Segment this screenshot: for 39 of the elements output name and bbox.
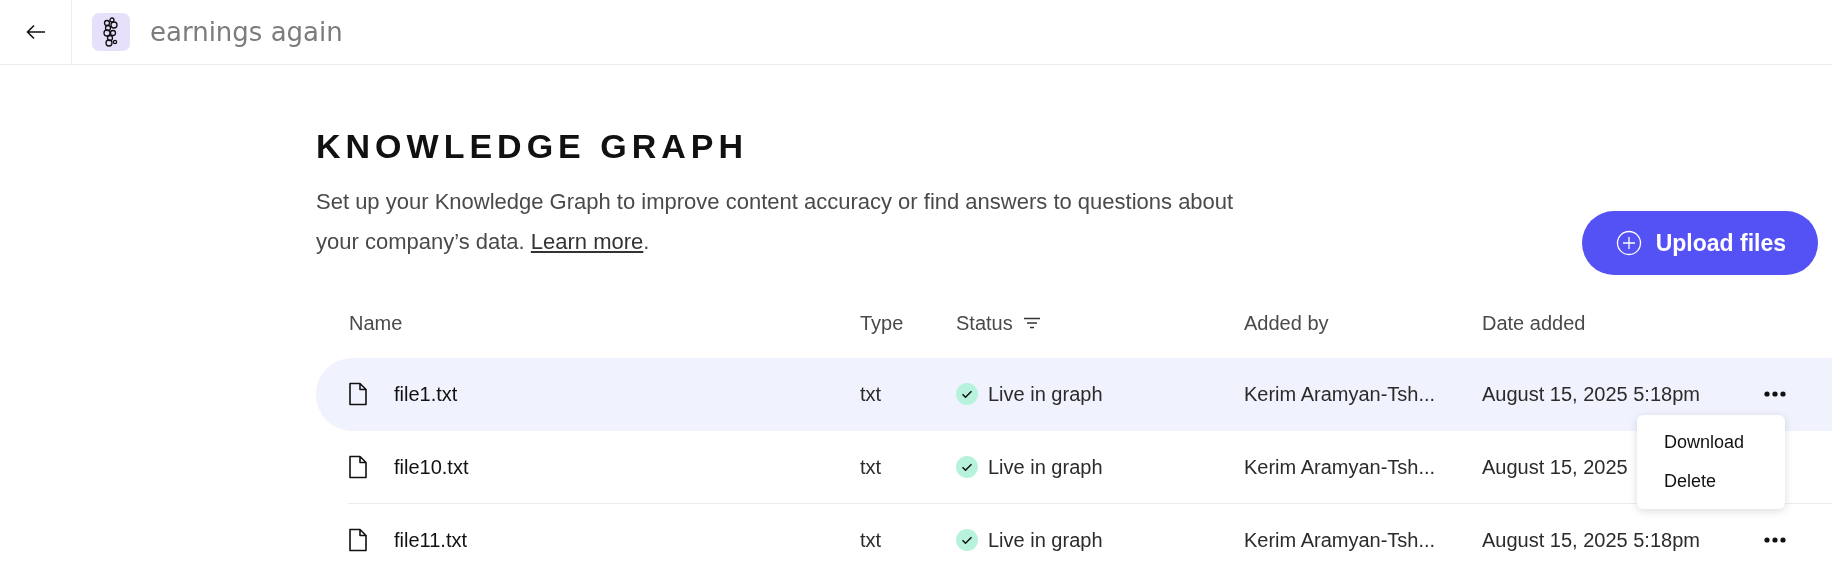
column-header: Date added — [1482, 311, 1586, 335]
added-by: Kerim Aramyan-Tsh... — [1244, 528, 1436, 552]
check-circle-icon — [956, 456, 978, 478]
more-dots-icon — [1764, 537, 1786, 543]
graph-logo-icon — [92, 13, 130, 51]
check-circle-icon — [956, 529, 978, 551]
page-heading: KNOWLEDGE GRAPH — [316, 127, 749, 166]
column-header: Name — [349, 311, 403, 335]
date-added: August 15, 2025 5:18pm — [1482, 382, 1700, 406]
file-icon — [348, 528, 368, 552]
more-dots-icon — [1764, 391, 1786, 397]
check-circle-icon — [956, 383, 978, 405]
filter-icon[interactable] — [1022, 317, 1041, 329]
file-type: txt — [860, 528, 882, 552]
file-type: txt — [860, 382, 882, 406]
file-name: file10.txt — [394, 455, 469, 479]
learn-more-link[interactable]: Learn more — [530, 229, 644, 254]
date-added: August 15, 2025 — [1482, 455, 1628, 479]
file-name: file1.txt — [394, 382, 458, 406]
back-arrow-icon — [25, 24, 46, 40]
upload-files-button[interactable]: Upload files — [1581, 211, 1818, 275]
status-text: Live in graph — [988, 382, 1103, 406]
column-header: Added by — [1244, 311, 1329, 335]
page-description: Set up your Knowledge Graph to improve content accuracy or find answers to questions about your company’s data. Learn more. — [316, 188, 1235, 256]
menu-item[interactable]: Delete — [1637, 462, 1785, 501]
menu-item[interactable]: Download — [1637, 423, 1785, 462]
project-title: earnings again — [150, 17, 343, 47]
file-name: file11.txt — [394, 528, 467, 552]
added-by: Kerim Aramyan-Tsh... — [1244, 382, 1436, 406]
date-added: August 15, 2025 5:18pm — [1482, 528, 1700, 552]
status-text: Live in graph — [988, 528, 1103, 552]
file-icon — [348, 382, 368, 406]
status-text: Live in graph — [988, 455, 1103, 479]
file-icon — [348, 455, 368, 479]
added-by: Kerim Aramyan-Tsh... — [1244, 455, 1436, 479]
column-header: Type — [860, 311, 904, 335]
file-type: txt — [860, 455, 882, 479]
column-header: Status — [956, 311, 1013, 335]
plus-circle-icon — [1615, 230, 1642, 256]
